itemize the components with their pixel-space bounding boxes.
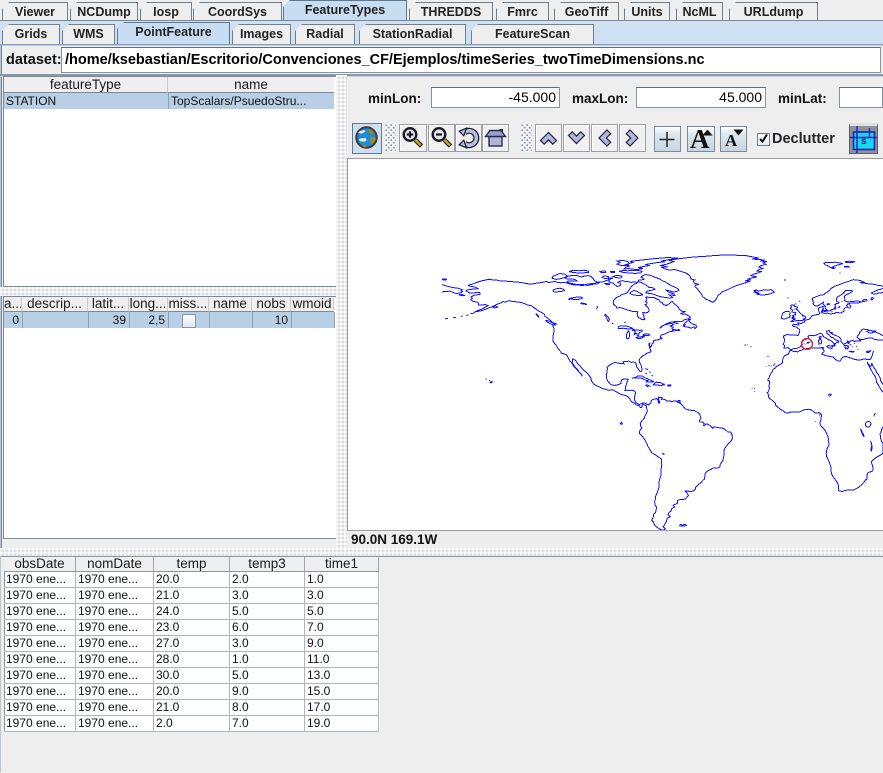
svg-text:s: s (861, 136, 867, 147)
